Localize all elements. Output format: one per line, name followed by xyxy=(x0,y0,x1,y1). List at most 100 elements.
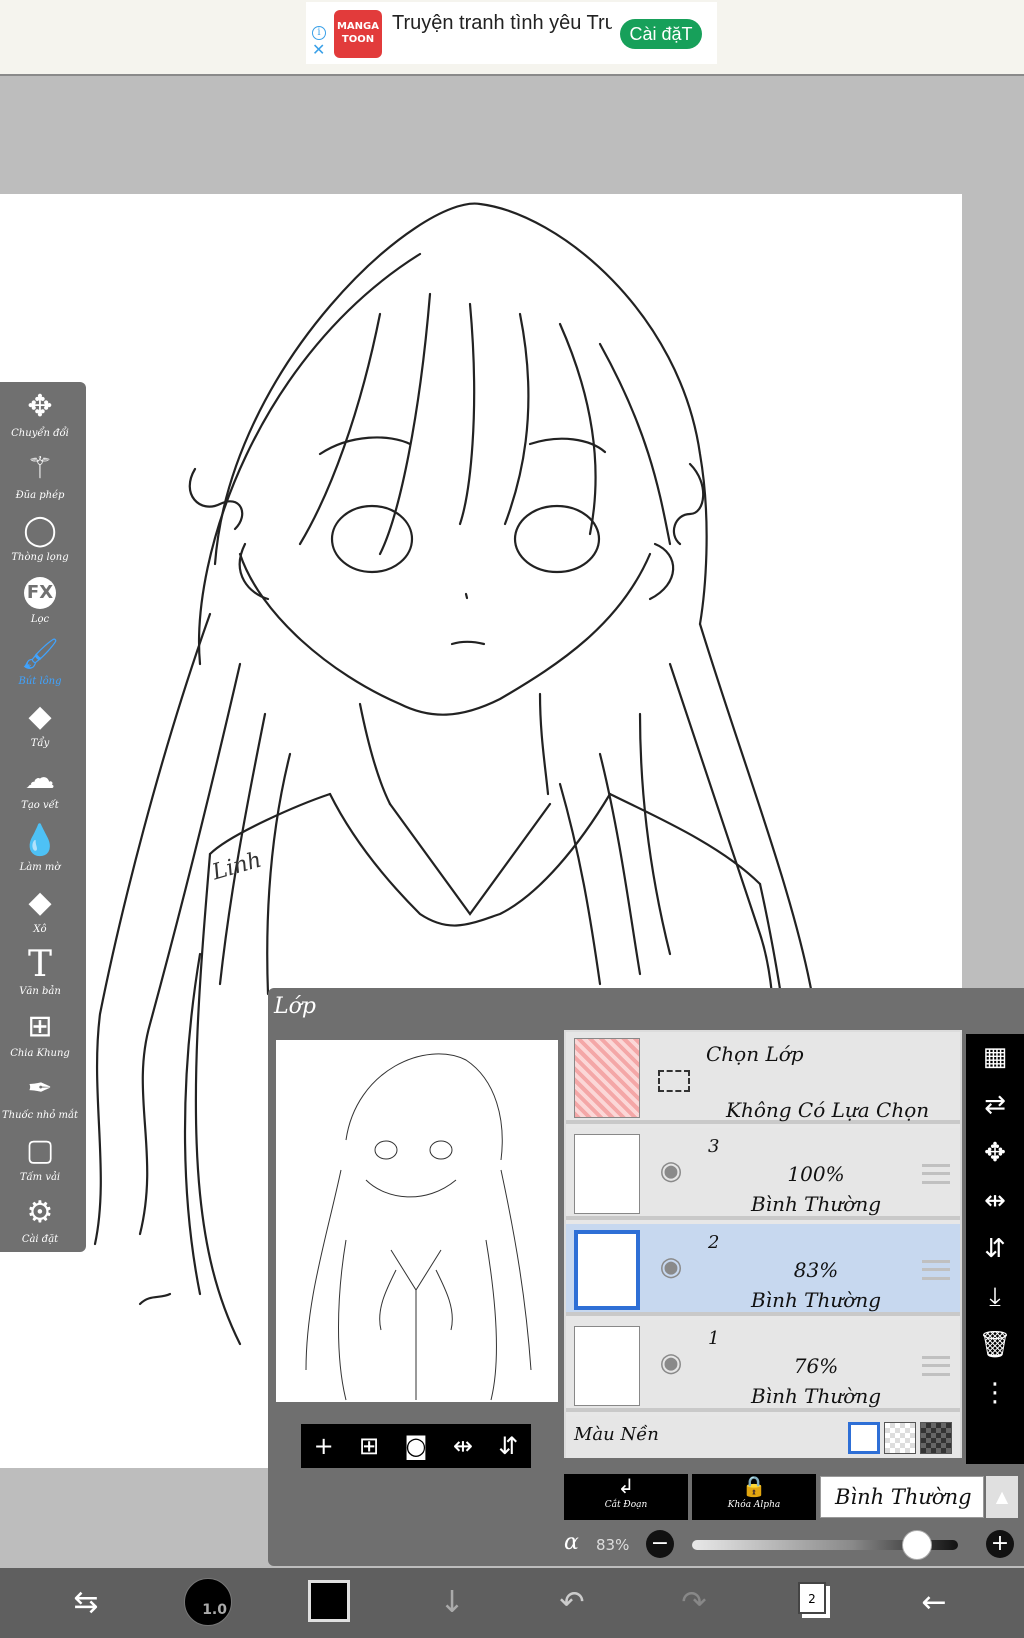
clip-button[interactable]: ↲ Cắt Đoạn xyxy=(564,1474,688,1520)
layer-opacity: 83% xyxy=(793,1258,839,1282)
merge-down-icon[interactable]: ⤓ xyxy=(966,1274,1024,1320)
layer-opacity: 76% xyxy=(793,1354,839,1378)
move-layer-icon[interactable]: ✥ xyxy=(966,1130,1024,1176)
layer-thumbnail xyxy=(574,1230,640,1310)
ad-strip: i ✕ MANGA TOON Truyện tranh tình yêu Tru… xyxy=(0,0,1024,76)
background-white-swatch[interactable] xyxy=(848,1422,880,1454)
opacity-increase-button[interactable]: + xyxy=(986,1530,1014,1558)
layer-row-2[interactable]: ◉ 2 83% Bình Thường xyxy=(566,1224,960,1316)
canvas-icon: ▢ xyxy=(25,1133,55,1168)
layers-button[interactable]: 2 xyxy=(798,1582,826,1614)
layer-thumbnail xyxy=(574,1134,640,1214)
eye-icon[interactable]: ◉ xyxy=(654,1158,688,1184)
tool-magic-wand[interactable]: ⚚ Đũa phép xyxy=(0,450,80,512)
add-layer-icon[interactable]: + xyxy=(314,1432,334,1460)
tool-label: Chuyển đổi xyxy=(11,428,69,439)
opacity-row: α 83% − + xyxy=(268,1524,1024,1564)
layer-blend-mode: Bình Thường xyxy=(750,1288,882,1312)
swap-layers-icon[interactable]: ⇄ xyxy=(966,1082,1024,1128)
flip-vertical-icon[interactable]: ⇵ xyxy=(498,1432,518,1460)
brush-size-button[interactable]: 1.0 xyxy=(184,1578,232,1626)
fx-filter-icon: FX xyxy=(0,574,80,612)
tool-eraser[interactable]: ◆ Tẩy xyxy=(0,698,80,760)
tool-text[interactable]: T Văn bản xyxy=(0,946,80,1008)
add-folder-icon[interactable]: ⊞ xyxy=(359,1432,379,1460)
layer-row-1[interactable]: ◉ 1 76% Bình Thường xyxy=(566,1320,960,1412)
tool-transform[interactable]: ✥ Chuyển đổi xyxy=(0,388,80,450)
transparency-checker-icon[interactable]: ▦ xyxy=(966,1034,1024,1080)
close-icon[interactable]: ✕ xyxy=(312,42,325,58)
undo-icon[interactable]: ↶ xyxy=(550,1580,594,1626)
tool-label: Bút lông xyxy=(18,676,62,687)
alpha-lock-button[interactable]: 🔒 Khóa Alpha xyxy=(692,1474,816,1520)
camera-icon[interactable]: ◙ xyxy=(404,1432,427,1460)
layer-side-toolbar: ▦ ⇄ ✥ ⇹ ⇵ ⤓ 🗑 ⋮ xyxy=(966,1034,1024,1464)
layer-panel: Lớp + ⊞ ◙ ⇹ ⇵ Chọn Lớp Không Có Lựa Chọn… xyxy=(268,988,1024,1566)
tool-label: Đũa phép xyxy=(15,490,65,501)
layer-number: 2 xyxy=(708,1232,720,1253)
flip-vertical-icon[interactable]: ⇵ xyxy=(966,1226,1024,1272)
swap-tools-icon[interactable]: ⇆ xyxy=(64,1580,108,1626)
tool-label: Làm mờ xyxy=(19,862,61,873)
tool-frame-divider[interactable]: ⊞ Chia Khung xyxy=(0,1008,80,1070)
redo-icon[interactable]: ↷ xyxy=(672,1580,716,1626)
trash-icon[interactable]: 🗑 xyxy=(966,1322,1024,1368)
layer-row-3[interactable]: ◉ 3 100% Bình Thường xyxy=(566,1128,960,1220)
eye-icon[interactable]: ◉ xyxy=(654,1350,688,1376)
drag-handle-icon[interactable] xyxy=(922,1260,950,1280)
layer-number: 1 xyxy=(708,1328,720,1349)
alpha-lock-label: Khóa Alpha xyxy=(727,1500,781,1510)
layer-opacity: 100% xyxy=(787,1162,845,1186)
layer-thumbnail xyxy=(574,1326,640,1406)
eye-icon[interactable]: ◉ xyxy=(654,1254,688,1280)
flip-horizontal-icon[interactable]: ⇹ xyxy=(966,1178,1024,1224)
tool-label: Xô xyxy=(33,924,47,935)
back-arrow-icon[interactable]: ← xyxy=(912,1580,956,1626)
tool-label: Tẩy xyxy=(30,738,50,749)
lock-icon: 🔒 xyxy=(741,1474,767,1498)
blend-mode-select[interactable]: Bình Thường xyxy=(820,1476,984,1518)
preview-toolbar: + ⊞ ◙ ⇹ ⇵ xyxy=(301,1424,531,1468)
tool-blur[interactable]: 💧 Làm mờ xyxy=(0,822,80,884)
drag-handle-icon[interactable] xyxy=(922,1356,950,1376)
tool-eyedropper[interactable]: ✒ Thuốc nhỏ mắt xyxy=(0,1070,80,1132)
selection-layer-row[interactable]: Chọn Lớp Không Có Lựa Chọn xyxy=(566,1032,960,1124)
tool-label: Thuốc nhỏ mắt xyxy=(2,1110,78,1121)
text-icon: T xyxy=(27,944,52,985)
install-button[interactable]: Cài đặT xyxy=(620,19,702,49)
layer-blend-mode: Bình Thường xyxy=(750,1192,882,1216)
tool-settings[interactable]: ⚙ Cài đặt xyxy=(0,1194,80,1256)
tool-bucket[interactable]: ◆ Xô xyxy=(0,884,80,946)
tool-brush[interactable]: 🖌 Bút lông xyxy=(0,636,80,698)
info-icon[interactable]: i xyxy=(312,26,326,40)
brush-size-value: 1.0 xyxy=(202,1602,227,1618)
background-dark-swatch[interactable] xyxy=(920,1422,952,1454)
ad-banner[interactable]: i ✕ MANGA TOON Truyện tranh tình yêu Tru… xyxy=(306,2,717,64)
color-picker-button[interactable] xyxy=(308,1580,350,1622)
more-vertical-icon[interactable]: ⋮ xyxy=(966,1370,1024,1416)
chevron-up-icon[interactable]: ▲ xyxy=(986,1476,1018,1518)
tool-label: Tạo vết xyxy=(21,800,59,811)
opacity-decrease-button[interactable]: − xyxy=(646,1530,674,1558)
tool-label: Thòng lọng xyxy=(11,552,69,563)
tool-lasso[interactable]: ◯ Thòng lọng xyxy=(0,512,80,574)
smudge-icon: ☁ xyxy=(25,761,55,796)
background-transparent-swatch[interactable] xyxy=(884,1422,916,1454)
tool-label: Văn bản xyxy=(19,986,61,997)
tool-label: Cài đặt xyxy=(21,1234,59,1245)
mangatoon-logo: MANGA TOON xyxy=(334,10,382,58)
opacity-slider-knob[interactable] xyxy=(902,1530,932,1560)
arrow-down-icon[interactable]: ↓ xyxy=(430,1580,474,1626)
preview-art xyxy=(305,1053,532,1401)
drag-handle-icon[interactable] xyxy=(922,1164,950,1184)
tool-smudge[interactable]: ☁ Tạo vết xyxy=(0,760,80,822)
selection-thumbnail xyxy=(574,1038,640,1118)
layer-number: 3 xyxy=(708,1136,720,1157)
bucket-icon: ◆ xyxy=(28,885,52,920)
lasso-icon: ◯ xyxy=(23,513,57,548)
tool-filter[interactable]: FX Lọc xyxy=(0,574,80,636)
logo-text-2: TOON xyxy=(341,34,375,45)
tool-canvas[interactable]: ▢ Tấm vải xyxy=(0,1132,80,1194)
blur-drop-icon: 💧 xyxy=(21,823,59,858)
flip-horizontal-icon[interactable]: ⇹ xyxy=(453,1432,473,1460)
